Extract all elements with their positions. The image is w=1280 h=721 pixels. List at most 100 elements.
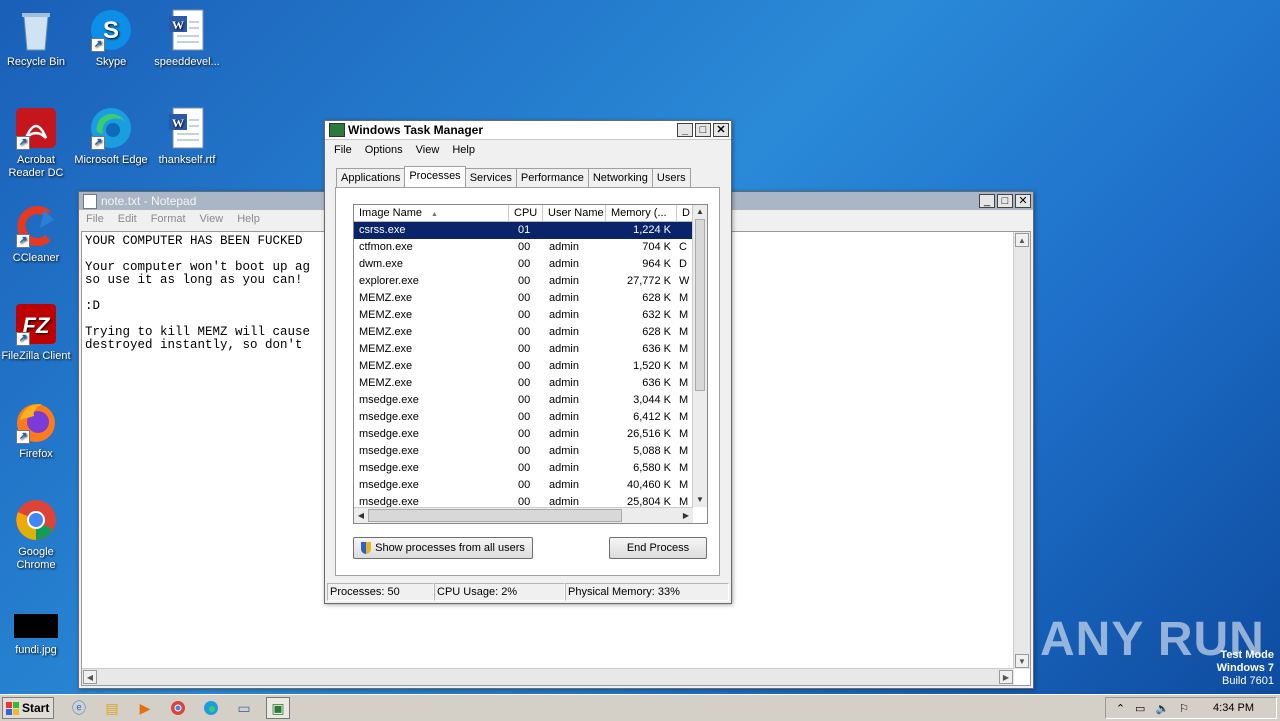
maximize-button[interactable]: □ xyxy=(695,123,711,137)
list-horizontal-scrollbar[interactable]: ◀ ▶ xyxy=(354,507,693,523)
menu-view[interactable]: View xyxy=(416,144,440,156)
network-icon[interactable]: ▭ xyxy=(1135,702,1145,715)
action-center-flag-icon[interactable]: ⚐ xyxy=(1179,702,1189,715)
menu-options[interactable]: Options xyxy=(365,144,403,156)
table-row[interactable]: MEMZ.exe 00 admin 1,520 K M xyxy=(354,358,707,375)
cell-mem: 1,224 K xyxy=(633,224,671,236)
table-row[interactable]: msedge.exe 00 admin 3,044 K M xyxy=(354,392,707,409)
maximize-button[interactable]: □ xyxy=(997,194,1013,208)
process-list[interactable]: Image Name ▲ CPU User Name Memory (... D… xyxy=(353,204,708,524)
vertical-scrollbar[interactable]: ▲ ▼ xyxy=(1013,232,1030,669)
desktop-icon-edge[interactable]: ↗ Microsoft Edge xyxy=(73,106,149,167)
table-row[interactable]: MEMZ.exe 00 admin 628 K M xyxy=(354,324,707,341)
horizontal-scrollbar[interactable]: ◀ ▶ xyxy=(82,668,1014,685)
desktop-icon-filezilla[interactable]: FZ ↗ FileZilla Client xyxy=(0,302,74,363)
explorer-icon[interactable]: ▤ xyxy=(101,698,123,718)
tab-users[interactable]: Users xyxy=(651,168,691,189)
column-memory[interactable]: Memory (... xyxy=(606,205,677,221)
column-description[interactable]: D xyxy=(677,205,693,221)
table-row[interactable]: dwm.exe 00 admin 964 K D xyxy=(354,256,707,273)
table-row[interactable]: explorer.exe 00 admin 27,772 K W xyxy=(354,273,707,290)
table-row[interactable]: csrss.exe 01 1,224 K xyxy=(354,222,707,239)
desktop-icon-recycle-bin[interactable]: Recycle Bin xyxy=(0,8,74,69)
cell-name: msedge.exe xyxy=(359,428,419,440)
minimize-button[interactable]: _ xyxy=(979,194,995,208)
end-process-button[interactable]: End Process xyxy=(609,537,707,559)
table-row[interactable]: msedge.exe 00 admin 6,412 K M xyxy=(354,409,707,426)
desktop-icon-chrome[interactable]: Google Chrome xyxy=(0,498,74,572)
tab-networking[interactable]: Networking xyxy=(587,168,653,189)
clock[interactable]: 4:34 PM xyxy=(1213,702,1254,714)
list-vertical-scrollbar[interactable]: ▲ ▼ xyxy=(692,205,707,507)
desktop-icon-thankself[interactable]: W thankself.rtf xyxy=(149,106,225,167)
cell-mem: 6,412 K xyxy=(633,411,671,423)
table-row[interactable]: MEMZ.exe 00 admin 632 K M xyxy=(354,307,707,324)
chrome-taskbar-icon[interactable] xyxy=(167,698,189,718)
desktop-icon-skype[interactable]: S ↗ Skype xyxy=(73,8,149,69)
processes-panel: Image Name ▲ CPU User Name Memory (... D… xyxy=(335,187,720,576)
cell-desc: M xyxy=(679,428,689,440)
ie-icon[interactable]: ⓔ xyxy=(68,698,90,718)
column-cpu[interactable]: CPU xyxy=(509,205,543,221)
table-row[interactable]: MEMZ.exe 00 admin 636 K M xyxy=(354,375,707,392)
desktop-icon-fundi[interactable]: fundi.jpg xyxy=(0,610,74,657)
scroll-left-button[interactable]: ◀ xyxy=(83,670,97,684)
column-user-name[interactable]: User Name xyxy=(543,205,606,221)
notepad-title: note.txt - Notepad xyxy=(101,194,197,208)
menu-edit[interactable]: Edit xyxy=(118,213,137,225)
table-row[interactable]: msedge.exe 00 admin 26,516 K M xyxy=(354,426,707,443)
scroll-up-button[interactable]: ▲ xyxy=(1015,233,1029,247)
desktop-icon-speeddevel[interactable]: W speeddevel... xyxy=(149,8,225,69)
cell-name: MEMZ.exe xyxy=(359,343,413,355)
table-row[interactable]: ctfmon.exe 00 admin 704 K C xyxy=(354,239,707,256)
menu-file[interactable]: File xyxy=(86,213,104,225)
volume-icon[interactable]: 🔈 xyxy=(1155,702,1169,715)
cell-cpu: 00 xyxy=(518,292,531,304)
menu-help[interactable]: Help xyxy=(452,144,475,156)
show-all-processes-button[interactable]: Show processes from all users xyxy=(353,537,533,559)
table-row[interactable]: msedge.exe 00 admin 40,460 K M xyxy=(354,477,707,494)
task-manager-window[interactable]: Windows Task Manager _ □ ✕ File Options … xyxy=(324,120,732,604)
scroll-thumb[interactable] xyxy=(695,219,705,391)
cell-mem: 964 K xyxy=(642,258,671,270)
taskmgr-taskbar-icon[interactable]: ▣ xyxy=(266,697,290,719)
table-row[interactable]: msedge.exe 00 admin 5,088 K M xyxy=(354,443,707,460)
menu-help[interactable]: Help xyxy=(237,213,260,225)
scroll-hthumb[interactable] xyxy=(368,509,622,522)
cell-user: admin xyxy=(549,462,579,474)
cell-mem: 636 K xyxy=(642,343,671,355)
desktop-icon-acrobat[interactable]: ↗ Acrobat Reader DC xyxy=(0,106,74,180)
column-image-name[interactable]: Image Name ▲ xyxy=(354,205,509,221)
taskmgr-titlebar[interactable]: Windows Task Manager _ □ ✕ xyxy=(325,121,731,140)
close-button[interactable]: ✕ xyxy=(1015,194,1031,208)
tab-performance[interactable]: Performance xyxy=(515,168,589,189)
scroll-down-button[interactable]: ▼ xyxy=(1015,654,1029,668)
cell-name: MEMZ.exe xyxy=(359,377,413,389)
scroll-left-button[interactable]: ◀ xyxy=(354,508,368,523)
table-row[interactable]: MEMZ.exe 00 admin 628 K M xyxy=(354,290,707,307)
scroll-up-button[interactable]: ▲ xyxy=(693,205,707,219)
menu-file[interactable]: File xyxy=(334,144,352,156)
edge-taskbar-icon[interactable] xyxy=(200,698,222,718)
show-hidden-icons-icon[interactable]: ⌃ xyxy=(1116,702,1125,715)
media-player-icon[interactable]: ▶ xyxy=(134,698,156,718)
close-button[interactable]: ✕ xyxy=(713,123,729,137)
cell-cpu: 00 xyxy=(518,275,531,287)
table-row[interactable]: msedge.exe 00 admin 6,580 K M xyxy=(354,460,707,477)
desktop-icon-ccleaner[interactable]: ↗ CCleaner xyxy=(0,204,74,265)
desktop-icon-firefox[interactable]: ↗ Firefox xyxy=(0,400,74,461)
tab-applications[interactable]: Applications xyxy=(336,168,406,189)
start-button[interactable]: Start xyxy=(2,697,54,719)
menu-format[interactable]: Format xyxy=(151,213,186,225)
menu-view[interactable]: View xyxy=(200,213,224,225)
taskmgr-app-icon xyxy=(329,123,345,137)
chrome-icon xyxy=(14,498,58,542)
scroll-down-button[interactable]: ▼ xyxy=(693,493,707,507)
tab-services[interactable]: Services xyxy=(464,168,517,189)
tab-processes[interactable]: Processes xyxy=(404,166,466,187)
scroll-right-button[interactable]: ▶ xyxy=(679,508,693,523)
minimize-button[interactable]: _ xyxy=(677,123,693,137)
scroll-right-button[interactable]: ▶ xyxy=(999,670,1013,684)
table-row[interactable]: MEMZ.exe 00 admin 636 K M xyxy=(354,341,707,358)
notepad-taskbar-icon[interactable]: ▭ xyxy=(233,698,255,718)
